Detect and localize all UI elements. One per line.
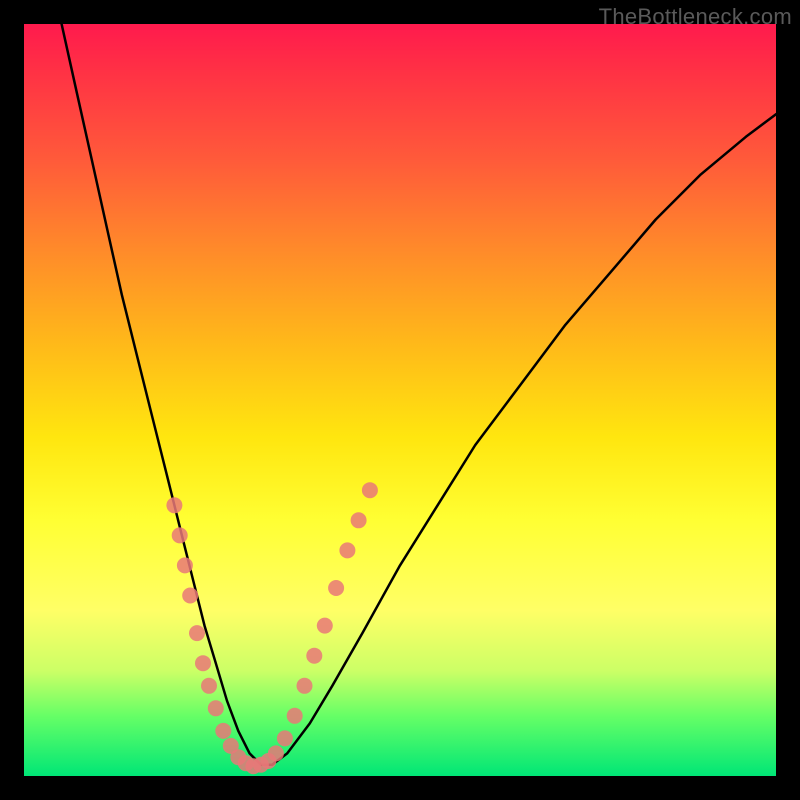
marker-dot — [268, 745, 284, 761]
marker-dot — [328, 580, 344, 596]
marker-dot — [177, 557, 193, 573]
marker-dot — [317, 618, 333, 634]
marker-dot — [287, 708, 303, 724]
marker-dot — [306, 648, 322, 664]
chart-svg — [0, 0, 800, 800]
marker-dot — [215, 723, 231, 739]
marker-dot — [351, 512, 367, 528]
marker-dot — [166, 497, 182, 513]
marker-dot — [297, 678, 313, 694]
marker-dot — [182, 588, 198, 604]
marker-dot — [195, 655, 211, 671]
marker-dot — [172, 527, 188, 543]
watermark-text: TheBottleneck.com — [599, 4, 792, 30]
chart-stage: TheBottleneck.com — [0, 0, 800, 800]
marker-dot — [201, 678, 217, 694]
bottleneck-curve — [62, 24, 776, 765]
marker-dot — [208, 700, 224, 716]
marker-dot — [277, 730, 293, 746]
marker-dot — [189, 625, 205, 641]
marker-dot — [362, 482, 378, 498]
marker-dot — [339, 542, 355, 558]
